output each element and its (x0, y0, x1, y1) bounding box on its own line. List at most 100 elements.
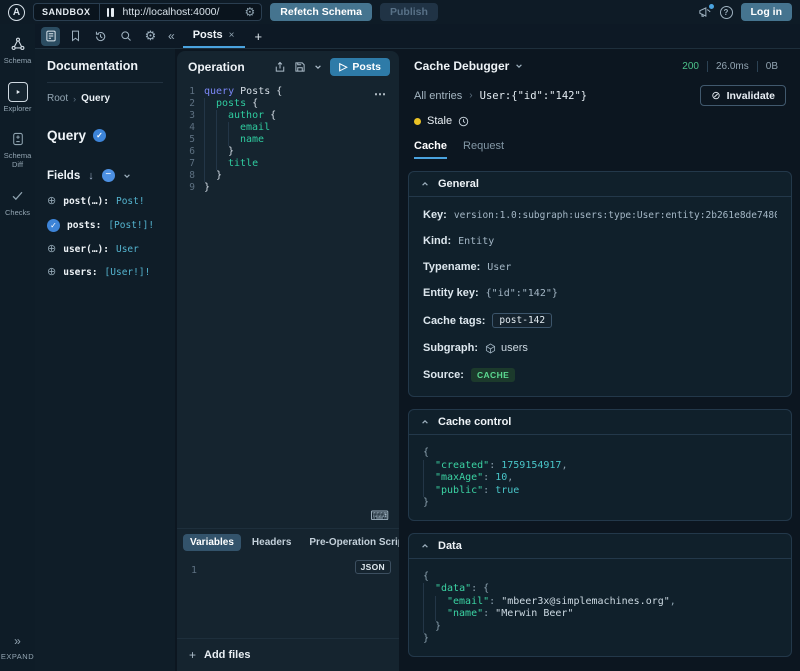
share-icon[interactable] (274, 61, 286, 73)
field-selected-check-icon[interactable]: ✓ (47, 219, 60, 232)
search-icon[interactable] (116, 27, 135, 46)
expand-icon: » (14, 634, 21, 648)
settings-gear-icon[interactable]: ⚙ (141, 27, 160, 46)
sidebar-item-checks[interactable]: Checks (0, 186, 35, 218)
code-line: } (423, 621, 777, 634)
tab-posts-label: Posts (193, 29, 223, 41)
code-line: "maxAge": 10, (423, 472, 777, 485)
code-line: "created": 1759154917, (423, 460, 777, 473)
run-operation-button[interactable]: ▷ Posts (330, 58, 390, 76)
tab-variables[interactable]: Variables (183, 534, 241, 551)
general-label: Source: (423, 369, 464, 381)
operation-column: Operation ▷ Posts (175, 49, 400, 671)
tab-pre-operation-script[interactable]: Pre-Operation Script (302, 534, 399, 551)
tab-request[interactable]: Request (463, 140, 504, 159)
stale-label: Stale (427, 115, 452, 127)
general-label: Key: (423, 209, 447, 221)
help-icon[interactable]: ? (720, 6, 733, 19)
documentation-icon[interactable] (41, 27, 60, 46)
new-tab-button[interactable]: + (247, 24, 271, 48)
field-type[interactable]: Post! (116, 196, 145, 207)
code-line: 6} (177, 146, 399, 158)
code-line: { (423, 447, 777, 460)
invalidate-button[interactable]: ⊘ Invalidate (700, 85, 786, 106)
sidebar-item-explorer[interactable]: Explorer (0, 82, 35, 114)
indent-guide (204, 146, 216, 158)
keyboard-shortcuts-icon[interactable]: ⌨ (370, 508, 389, 524)
all-entries-link[interactable]: All entries (414, 90, 462, 102)
refetch-schema-button[interactable]: Refetch Schema (270, 3, 372, 21)
line-number: 2 (177, 98, 195, 110)
source-badge: CACHE (471, 368, 515, 382)
field-row[interactable]: ⊕users:[User!]! (47, 267, 163, 278)
line-number: 4 (177, 122, 195, 134)
history-icon[interactable] (91, 27, 110, 46)
clock-icon[interactable] (458, 116, 469, 127)
field-type[interactable]: [Post!]! (108, 220, 154, 231)
add-files-button[interactable]: + Add files (177, 638, 399, 671)
documentation-title: Documentation (47, 59, 163, 83)
operation-header: Operation ▷ Posts (177, 51, 399, 81)
code-line: } (423, 633, 777, 646)
operation-editor[interactable]: 1query Posts {2posts {3author {4email5na… (177, 81, 399, 506)
add-field-icon[interactable]: ⊕ (47, 244, 56, 255)
response-duration: 26.0ms (707, 61, 757, 72)
variables-editor[interactable]: 1 JSON (177, 556, 399, 602)
line-number: 1 (177, 86, 195, 98)
tab-headers[interactable]: Headers (245, 534, 298, 551)
field-row[interactable]: ✓posts:[Post!]! (47, 219, 163, 232)
general-label: Typename: (423, 261, 480, 273)
deselect-all-icon[interactable]: − (102, 169, 115, 182)
field-type[interactable]: [User!]! (105, 267, 151, 278)
subgraph-name: users (501, 342, 528, 354)
cache-control-card-header[interactable]: Cache control (409, 410, 791, 435)
indent-guide (216, 110, 228, 122)
tab-posts[interactable]: Posts × (183, 24, 245, 48)
add-field-icon[interactable]: ⊕ (47, 267, 56, 278)
tab-close-icon[interactable]: × (229, 30, 235, 41)
general-value: version:1.0:subgraph:users:type:User:ent… (454, 210, 777, 221)
field-row[interactable]: ⊕post(…):Post! (47, 196, 163, 207)
cache-entry-id: User:{"id":"142"} (480, 90, 587, 102)
field-row[interactable]: ⊕user(…):User (47, 244, 163, 255)
chevron-down-icon (515, 62, 523, 70)
field-type[interactable]: User (116, 244, 139, 255)
pause-icon[interactable] (107, 8, 114, 17)
announcements-megaphone-icon[interactable] (698, 6, 712, 18)
general-card-body: Key: version:1.0:subgraph:users:type:User… (409, 197, 791, 396)
fields-label: Fields (47, 170, 80, 182)
line-number: 8 (177, 170, 195, 182)
breadcrumb-root[interactable]: Root (47, 93, 68, 104)
publish-button[interactable]: Publish (380, 3, 438, 21)
indent-guide (216, 134, 228, 146)
sort-fields-icon[interactable]: ↓ (88, 170, 94, 182)
endpoint-url-input[interactable] (121, 5, 239, 19)
chevron-down-icon[interactable] (123, 172, 131, 180)
general-card-header[interactable]: General (409, 172, 791, 197)
save-chevron-down-icon[interactable] (314, 63, 322, 71)
saved-operations-bookmark-icon[interactable] (66, 27, 85, 46)
indent-guide (423, 621, 435, 634)
endpoint-settings-gear-icon[interactable]: ⚙ (239, 5, 262, 19)
indent-guide (204, 98, 216, 110)
data-card: Data {"data": {"email": "mbeer3x@simplem… (408, 533, 792, 657)
add-field-icon[interactable]: ⊕ (47, 196, 56, 207)
fields-header: Fields ↓ − (47, 169, 163, 182)
cache-tag-chip[interactable]: post-142 (492, 313, 552, 328)
expand-rail-button[interactable]: » EXPAND (1, 634, 34, 671)
code-line: 1query Posts { (177, 86, 399, 98)
response-view-dropdown[interactable]: Cache Debugger (414, 59, 523, 73)
save-icon[interactable] (294, 61, 306, 73)
sidebar-item-schema[interactable]: Schema (0, 34, 35, 66)
login-button[interactable]: Log in (741, 3, 793, 21)
operation-card: Operation ▷ Posts (177, 51, 399, 671)
sidebar-item-schema-diff[interactable]: Schema Diff (0, 129, 35, 169)
editor-menu-icon[interactable]: ⋯ (374, 87, 387, 101)
tab-cache[interactable]: Cache (414, 140, 447, 159)
general-row: Kind:Entity (423, 235, 777, 247)
cache-request-tabs: Cache Request (408, 127, 792, 159)
code-line: "email": "mbeer3x@simplemachines.org", (423, 596, 777, 609)
collapse-panel-icon[interactable]: « (162, 24, 181, 48)
data-card-header[interactable]: Data (409, 534, 791, 559)
type-title: Query ✓ (47, 128, 163, 143)
